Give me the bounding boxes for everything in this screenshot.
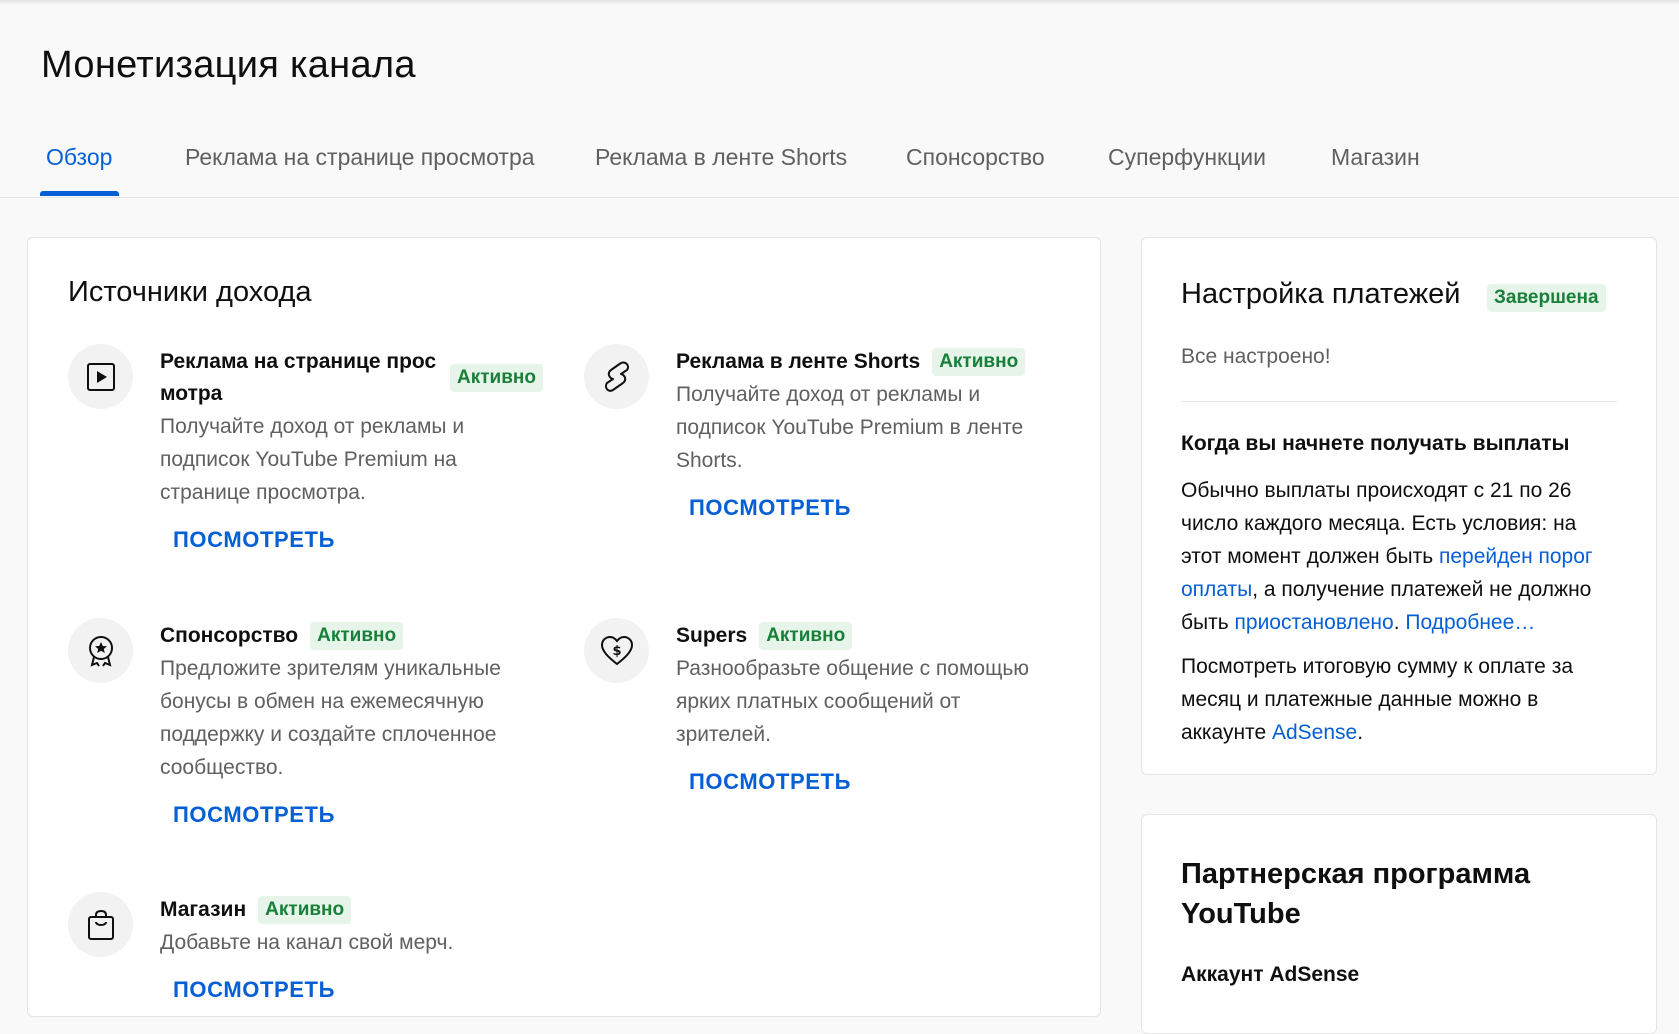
play-icon bbox=[68, 344, 133, 409]
source-description: Получайте доход от рекламы и подписок Yo… bbox=[676, 383, 1024, 472]
tab-memberships[interactable]: Спонсорство bbox=[906, 144, 1045, 171]
adsense-info-text: Посмотреть итоговую сумму к оплате за ме… bbox=[1181, 655, 1574, 744]
partner-program-title: Партнерская программа YouTube bbox=[1181, 858, 1531, 930]
income-sources-card: Источники дохода Реклама на странице про… bbox=[27, 237, 1101, 1017]
tab-shorts-ads[interactable]: Реклама в ленте Shorts bbox=[595, 144, 847, 171]
shorts-icon bbox=[584, 344, 649, 409]
income-sources-title: Источники дохода bbox=[68, 276, 312, 308]
status-badge: Активно bbox=[310, 622, 404, 650]
status-badge: Активно bbox=[759, 622, 853, 650]
view-button[interactable]: ПОСМОТРЕТЬ bbox=[689, 769, 851, 795]
payout-info-text: Обычно выплаты происходят с 21 по 26 чис… bbox=[1181, 479, 1593, 634]
membership-badge-icon bbox=[68, 618, 133, 683]
view-button[interactable]: ПОСМОТРЕТЬ bbox=[689, 495, 851, 521]
view-button[interactable]: ПОСМОТРЕТЬ bbox=[173, 977, 335, 1003]
tab-supers[interactable]: Суперфункции bbox=[1108, 144, 1266, 171]
status-badge: Завершена bbox=[1487, 284, 1606, 312]
learn-more-link[interactable]: Подробнее… bbox=[1405, 611, 1535, 634]
payout-subtitle: Когда вы начнете получать выплаты bbox=[1181, 432, 1570, 455]
view-button[interactable]: ПОСМОТРЕТЬ bbox=[173, 802, 335, 828]
tab-overview[interactable]: Обзор bbox=[46, 144, 112, 171]
source-title: Реклама на странице прос мотра bbox=[160, 350, 437, 405]
status-badge: Активно bbox=[932, 348, 1026, 376]
heart-dollar-icon: $ bbox=[584, 618, 649, 683]
top-divider bbox=[0, 0, 1679, 5]
payment-hold-link[interactable]: приостановлено bbox=[1235, 611, 1394, 634]
view-button[interactable]: ПОСМОТРЕТЬ bbox=[173, 527, 335, 553]
source-title: Supers bbox=[676, 624, 748, 647]
setup-complete-text: Все настроено! bbox=[1181, 345, 1331, 368]
status-badge: Активно bbox=[258, 896, 352, 924]
payment-setup-title: Настройка платежей bbox=[1181, 278, 1461, 310]
adsense-account-label: Аккаунт AdSense bbox=[1181, 963, 1360, 986]
tab-shop[interactable]: Магазин bbox=[1331, 144, 1420, 171]
source-description: Разнообразьте общение с помощью ярких пл… bbox=[676, 657, 1030, 746]
source-description: Добавьте на канал свой мерч. bbox=[160, 931, 454, 954]
active-tab-indicator bbox=[40, 191, 119, 196]
divider bbox=[1181, 401, 1617, 402]
source-title: Реклама в ленте Shorts bbox=[676, 350, 921, 373]
source-description: Предложите зрителям уникальные бонусы в … bbox=[160, 657, 501, 779]
source-title: Магазин bbox=[160, 898, 247, 921]
source-title: Спонсорство bbox=[160, 624, 299, 647]
svg-text:$: $ bbox=[612, 644, 621, 659]
source-description: Получайте доход от рекламы и подписок Yo… bbox=[160, 415, 465, 504]
page-title: Монетизация канала bbox=[41, 44, 416, 86]
tab-bar: Обзор Реклама на странице просмотра Рекл… bbox=[0, 120, 1679, 198]
status-badge: Активно bbox=[450, 364, 543, 392]
shopping-bag-icon bbox=[68, 892, 133, 957]
tab-watch-page-ads[interactable]: Реклама на странице просмотра bbox=[185, 144, 535, 171]
adsense-link[interactable]: AdSense bbox=[1272, 721, 1357, 744]
